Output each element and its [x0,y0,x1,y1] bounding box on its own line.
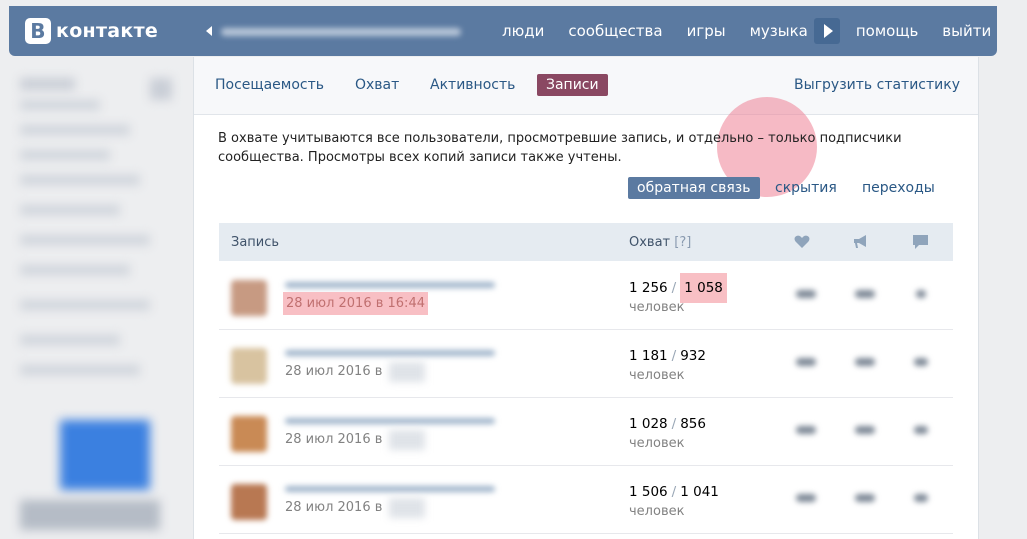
post-thumbnail [231,280,267,316]
stats-panel: Посещаемость Охват Активность Выгрузить … [193,57,979,539]
reach-total: 1 256 [629,280,668,296]
sidebar-blur-12 [20,365,140,375]
reach-note: В охвате учитываются все пользователи, п… [218,131,902,165]
likes-icon[interactable] [794,234,810,249]
tab-posts[interactable]: Записи [537,74,608,96]
table-row[interactable]: 28 июл 2016 в 1 028/856 человек [219,398,953,466]
sidebar-blur-4 [20,125,130,135]
post-text-blurred [285,282,495,288]
reach-hint[interactable]: [?] [674,235,691,250]
table-row[interactable]: 28 июл 2016 в 16:44 1 256/1 058 человек [219,262,953,330]
sidebar-blur-6 [20,175,140,185]
reach-subscribers: 1 058 [680,273,727,303]
reposts-icon[interactable] [853,234,870,249]
post-date: 28 июл 2016 в [285,500,383,515]
likes-count-blurred [796,426,816,434]
comments-count-blurred [914,494,928,502]
sidebar-blur-7 [20,205,120,215]
reach-total: 1 506 [629,484,668,500]
reposts-count-blurred [855,358,875,366]
sidebar-blur-10 [20,300,150,310]
post-text-blurred [285,486,495,492]
table-row[interactable]: 28 июл 2016 в 1 506/1 041 человек [219,466,953,534]
blurred-search [221,28,461,36]
reposts-count-blurred [855,290,875,298]
reach-total: 1 028 [629,416,668,432]
vk-logo-icon: В [25,18,51,44]
sidebar-blur-3 [20,100,100,110]
likes-count-blurred [796,494,816,502]
reach-value: 1 506/1 041 [629,484,719,500]
post-date: 28 июл 2016 в [285,432,383,447]
sidebar-blur-2 [150,78,172,100]
reach-value: 1 181/932 [629,348,706,364]
nav-logout[interactable]: выйти [942,22,991,40]
col-reach-label: Охват [629,235,671,250]
arrow-left-icon[interactable] [206,26,212,36]
tab-reach[interactable]: Охват [355,77,399,93]
reach-subscribers: 932 [680,348,706,364]
vk-logo-text: контакте [56,20,159,42]
post-text-blurred [285,350,495,356]
reach-value: 1 256/1 058 [629,273,727,303]
reach-subscribers: 1 041 [680,484,719,500]
vk-logo[interactable]: В контакте [25,18,158,44]
subtab-hides[interactable]: скрытия [775,180,837,196]
post-thumbnail [231,416,267,452]
header-nav: люди сообщества игры музыка помощь выйти [490,6,1003,56]
play-icon [823,24,833,38]
comments-count-blurred [914,426,928,434]
export-stats-link[interactable]: Выгрузить статистику [794,77,960,93]
subtab-clicks[interactable]: переходы [862,180,935,196]
post-text-blurred [285,418,495,424]
people-label: человек [629,368,685,383]
date-time-blurred [389,498,425,518]
nav-music[interactable]: музыка [750,22,808,40]
nav-people[interactable]: люди [502,22,544,40]
reach-subscribers: 856 [680,416,706,432]
post-thumbnail [231,348,267,384]
sidebar-blur-13 [20,500,160,530]
comments-icon[interactable] [912,234,929,250]
reposts-count-blurred [855,426,875,434]
people-label: человек [629,300,685,315]
sidebar-blur-8 [20,235,150,245]
tab-activity[interactable]: Активность [430,77,515,93]
reach-total: 1 181 [629,348,668,364]
comments-count-blurred [914,358,928,366]
post-thumbnail [231,484,267,520]
comments-count-blurred [916,290,926,298]
sidebar-blur-image [60,420,150,490]
reach-value: 1 028/856 [629,416,706,432]
sidebar-blur-5 [20,150,110,160]
likes-count-blurred [796,358,816,366]
table-header: Запись Охват [?] [219,223,953,261]
tab-attendance[interactable]: Посещаемость [215,77,324,93]
post-date: 28 июл 2016 в [285,364,383,379]
likes-count-blurred [796,290,816,298]
people-label: человек [629,504,685,519]
nav-communities[interactable]: сообщества [568,22,662,40]
post-date: 28 июл 2016 в 16:44 [283,292,428,315]
nav-help[interactable]: помощь [856,22,918,40]
people-label: человек [629,436,685,451]
col-post: Запись [231,235,280,250]
date-time-blurred [389,362,425,382]
sidebar-blur-9 [20,265,130,275]
sidebar-blur-11 [20,335,120,345]
table-row[interactable]: 28 июл 2016 в 1 181/932 человек [219,330,953,398]
sidebar-blur-1 [20,78,75,90]
nav-games[interactable]: игры [687,22,726,40]
col-reach: Охват [?] [629,235,691,250]
subtab-feedback[interactable]: обратная связь [628,177,760,199]
reposts-count-blurred [855,494,875,502]
play-button[interactable] [813,18,840,44]
date-time-blurred [389,430,425,450]
top-header: В контакте люди сообщества игры музыка п… [9,6,997,56]
